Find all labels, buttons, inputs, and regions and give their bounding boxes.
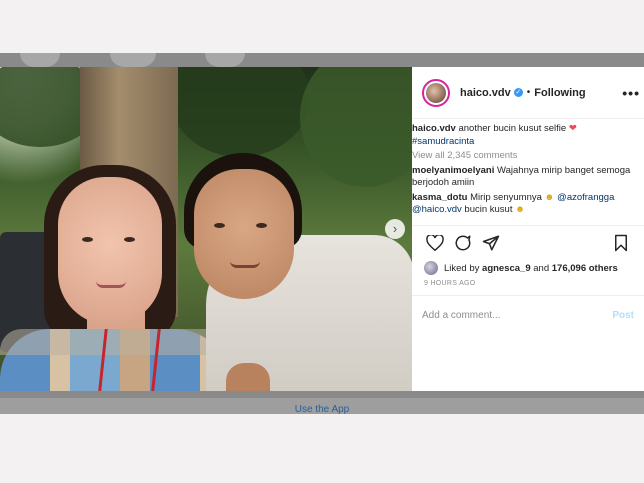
view-all-comments-link[interactable]: View all 2,345 comments [412, 150, 644, 163]
post-side-panel: haico.vdv ✓ • Following ••• haico.vdv an… [412, 67, 644, 391]
photo-foliage [300, 67, 412, 187]
bookmark-icon[interactable] [610, 232, 632, 254]
likes-row: Liked by agnesca_9 and 176,096 others [412, 260, 644, 276]
post-photo: ● [0, 67, 412, 391]
man-eye [256, 223, 267, 228]
comment-input[interactable]: Add a comment... [422, 310, 500, 321]
comment-username[interactable]: moelyanimoelyani [412, 165, 494, 176]
liked-by-mid: and [533, 262, 550, 274]
liked-by-user[interactable]: agnesca_9 [482, 263, 531, 274]
woman-mouth [96, 281, 126, 288]
woman-face [58, 177, 162, 325]
add-comment-bar: Add a comment... Post [412, 295, 644, 335]
separator-dot: • [526, 87, 531, 98]
man-face [194, 169, 294, 299]
heart-eyes-emoji-icon: ☻ [544, 191, 555, 203]
mention-link[interactable]: @haico.vdv [412, 204, 462, 215]
woman-eye [124, 237, 135, 242]
heart-emoji-icon: ❤ [568, 123, 577, 134]
man-eye [214, 223, 225, 228]
comment-username[interactable]: kasma_dotu [412, 192, 467, 203]
avatar[interactable] [422, 78, 450, 107]
background-avatar-shape [205, 53, 245, 67]
comment-item: kasma_dotu Mirip senyumnya ☻ @azofrangga… [412, 192, 644, 217]
liked-by-prefix: Liked by [444, 262, 480, 274]
man-mouth [230, 261, 260, 268]
comment-item: moelyanimoelyani Wajahnya mirip banget s… [412, 165, 644, 190]
man-arm [226, 363, 270, 391]
caption-username[interactable]: haico.vdv [412, 123, 456, 134]
woman-eye [82, 237, 93, 242]
hashtag-link[interactable]: #samudracinta [412, 136, 474, 147]
action-bar [412, 226, 644, 260]
use-the-app-link[interactable]: Use the App [0, 404, 644, 415]
background-avatar-shape [20, 53, 60, 67]
caption-text: another bucin kusut selfie [458, 123, 567, 134]
heart-icon[interactable] [424, 232, 446, 254]
caption: haico.vdv another bucin kusut selfie ❤ #… [412, 123, 644, 148]
chevron-right-icon[interactable]: › [385, 219, 405, 239]
following-button[interactable]: Following [534, 87, 585, 99]
heart-eyes-emoji-icon: ☻ [515, 204, 526, 215]
liker-avatar[interactable] [424, 261, 438, 275]
comments-section: haico.vdv another bucin kusut selfie ❤ #… [412, 119, 644, 226]
verified-badge-icon: ✓ [513, 88, 523, 97]
photo-foliage [170, 67, 310, 157]
mention-link[interactable]: @azofrangga [557, 192, 614, 203]
likes-count[interactable]: 176,096 others [552, 263, 618, 274]
comment-text: bucin kusut [464, 204, 513, 215]
background-avatar-shape [110, 53, 156, 67]
share-icon[interactable] [480, 232, 502, 254]
post-timestamp[interactable]: 9 HOURS AGO [412, 276, 644, 291]
comment-text: Mirip senyumnya [470, 191, 542, 203]
post-header: haico.vdv ✓ • Following ••• [412, 67, 644, 119]
post-button[interactable]: Post [612, 310, 634, 321]
comment-icon[interactable] [452, 232, 474, 254]
username-link[interactable]: haico.vdv [460, 87, 511, 99]
more-options-icon[interactable]: ••• [622, 85, 640, 101]
